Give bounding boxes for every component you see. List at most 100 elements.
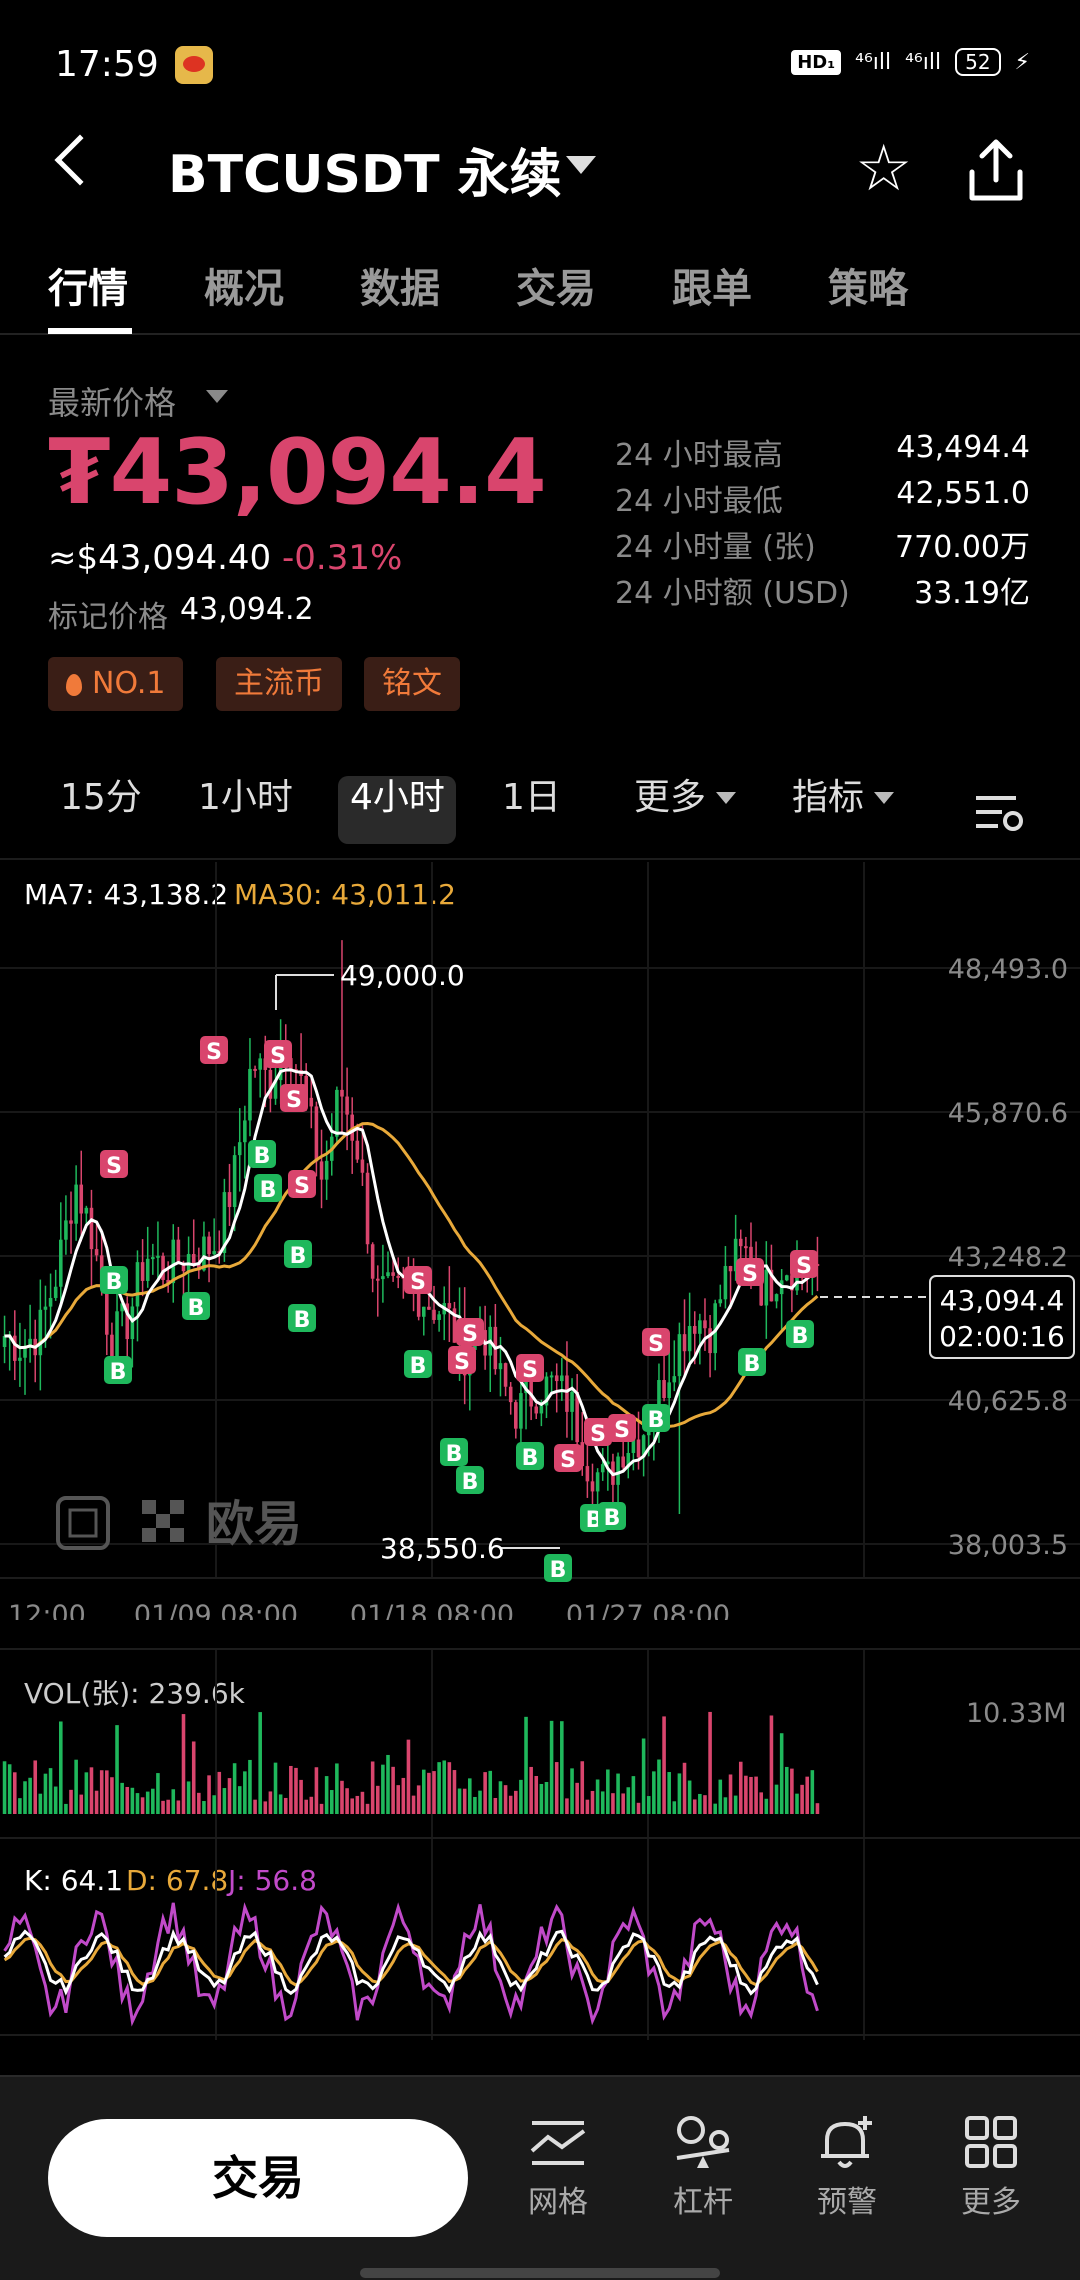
volume-bar bbox=[713, 1803, 717, 1814]
volume-bar bbox=[478, 1790, 482, 1814]
candle-body bbox=[53, 1286, 58, 1298]
volume-bar bbox=[391, 1766, 395, 1814]
candle-body bbox=[570, 1391, 574, 1412]
rank-badge[interactable]: NO.1 bbox=[48, 657, 184, 711]
volume-bar bbox=[784, 1766, 789, 1814]
candle-body bbox=[156, 1255, 160, 1258]
volume-bar bbox=[212, 1795, 216, 1814]
status-bar: 17:59 HD₁ ⁴⁶ıll ⁴⁶ıll 52 ⚡ bbox=[0, 0, 1080, 130]
tab-overview[interactable]: 概况 bbox=[204, 256, 284, 314]
volume-bar bbox=[718, 1779, 723, 1814]
candle-body bbox=[335, 1089, 339, 1137]
back-icon[interactable] bbox=[54, 134, 106, 186]
leverage-button[interactable]: 杠杆 bbox=[648, 2107, 758, 2221]
trade-marker-label: S bbox=[106, 1154, 122, 1179]
candle-body bbox=[764, 1269, 769, 1306]
interval-1d[interactable]: 1日 bbox=[502, 768, 561, 820]
grid-trading-button[interactable]: 网格 bbox=[503, 2107, 613, 2221]
volume-bar bbox=[554, 1762, 559, 1814]
candle-body bbox=[728, 1266, 733, 1272]
volume-bar bbox=[641, 1738, 646, 1814]
candle-body bbox=[692, 1326, 697, 1334]
volume-bar bbox=[28, 1777, 32, 1814]
volume-bar bbox=[790, 1768, 794, 1814]
mainstream-badge[interactable]: 主流币 bbox=[216, 657, 342, 711]
favorite-star-icon[interactable]: ☆ bbox=[855, 132, 912, 206]
indicators-button[interactable]: 指标 bbox=[792, 768, 895, 820]
more-intervals-button[interactable]: 更多 bbox=[634, 768, 737, 820]
volume-bar bbox=[120, 1782, 124, 1814]
volume-bar bbox=[774, 1784, 779, 1814]
candle-body bbox=[744, 1246, 748, 1249]
candle-body bbox=[191, 1254, 196, 1264]
volume-bar bbox=[810, 1770, 815, 1814]
candle-body bbox=[718, 1299, 723, 1304]
volume-bar bbox=[253, 1799, 257, 1814]
tab-market[interactable]: 行情 bbox=[48, 256, 128, 314]
volume-bar bbox=[754, 1776, 758, 1814]
interval-1h[interactable]: 1小时 bbox=[198, 768, 293, 820]
candle-body bbox=[738, 1238, 743, 1247]
volume-bar bbox=[335, 1763, 339, 1814]
volume-bar bbox=[375, 1785, 380, 1814]
chart-grid bbox=[0, 862, 1080, 1579]
trade-marker-label: B bbox=[744, 1352, 761, 1377]
chevron-down-icon bbox=[874, 792, 895, 804]
candle-body bbox=[682, 1334, 687, 1352]
volume-bar bbox=[498, 1781, 503, 1814]
volume-bar bbox=[243, 1771, 247, 1814]
price-type-dropdown-icon[interactable] bbox=[206, 390, 228, 403]
volume-bar bbox=[570, 1768, 574, 1814]
trade-marker-label: S bbox=[294, 1174, 310, 1199]
volume-bar bbox=[33, 1760, 38, 1814]
volume-bar bbox=[672, 1801, 677, 1814]
volume-bar bbox=[759, 1792, 763, 1814]
candle-body bbox=[560, 1375, 564, 1382]
more-button[interactable]: 更多 bbox=[936, 2107, 1046, 2221]
bottom-action-bar: 交易 网格 杠杆 预警 更多 bbox=[0, 2075, 1080, 2280]
volume-bar bbox=[667, 1772, 671, 1814]
volume-bar bbox=[703, 1795, 707, 1814]
volume-bar bbox=[529, 1766, 533, 1814]
candle-body bbox=[48, 1297, 53, 1307]
volume-bar bbox=[151, 1788, 155, 1814]
tab-data[interactable]: 数据 bbox=[360, 256, 440, 314]
page-title[interactable]: BTCUSDT 永续 bbox=[168, 132, 562, 207]
volume-bar bbox=[156, 1773, 160, 1814]
interval-15m[interactable]: 15分 bbox=[60, 768, 142, 820]
volume-bar bbox=[585, 1799, 590, 1814]
trade-marker-label: S bbox=[614, 1418, 630, 1443]
symbol-dropdown-icon[interactable] bbox=[566, 156, 596, 174]
volume-bar bbox=[386, 1754, 390, 1814]
latest-price-label[interactable]: 最新价格 bbox=[48, 378, 176, 424]
volume-bar bbox=[176, 1800, 181, 1814]
trade-marker-label: S bbox=[462, 1322, 478, 1347]
volume-bar bbox=[468, 1778, 472, 1814]
candle-body bbox=[600, 1464, 605, 1473]
chart-settings-icon[interactable] bbox=[972, 788, 1026, 838]
current-price-tag[interactable]: 43,094.4 02:00:16 bbox=[929, 1275, 1075, 1359]
tab-trade[interactable]: 交易 bbox=[516, 256, 596, 314]
chevron-down-icon bbox=[716, 792, 737, 804]
candle-body bbox=[151, 1257, 155, 1260]
candle-body bbox=[437, 1314, 441, 1320]
x-tick-label: 01/09 08:00 bbox=[134, 1600, 298, 1620]
x-axis-labels: 12:00 01/09 08:00 01/18 08:00 01/27 08:00 bbox=[8, 1600, 730, 1620]
inscription-badge[interactable]: 铭文 bbox=[364, 657, 460, 711]
volume-bar bbox=[447, 1762, 452, 1814]
candle-body bbox=[18, 1357, 22, 1361]
alert-button[interactable]: 预警 bbox=[792, 2107, 902, 2221]
interval-4h[interactable]: 4小时 bbox=[350, 768, 445, 820]
volume-bar bbox=[805, 1776, 810, 1814]
tab-copy-trade[interactable]: 跟单 bbox=[672, 256, 752, 314]
grid-trading-label: 网格 bbox=[528, 2185, 588, 2220]
candlestick-chart[interactable]: 欧易 SBBBS SSBB SBBSBSSBBSB SS SB BBSBSBSB 48,4… bbox=[0, 860, 1080, 1620]
tab-strategy[interactable]: 策略 bbox=[828, 256, 908, 314]
share-icon[interactable] bbox=[966, 136, 1026, 206]
volume-bar bbox=[7, 1764, 12, 1814]
candle-body bbox=[345, 1096, 349, 1115]
trade-marker-label: B bbox=[410, 1354, 427, 1379]
trade-button[interactable]: 交易 bbox=[48, 2119, 468, 2237]
more-label: 更多 bbox=[961, 2185, 1021, 2220]
volume-bar bbox=[611, 1793, 615, 1814]
